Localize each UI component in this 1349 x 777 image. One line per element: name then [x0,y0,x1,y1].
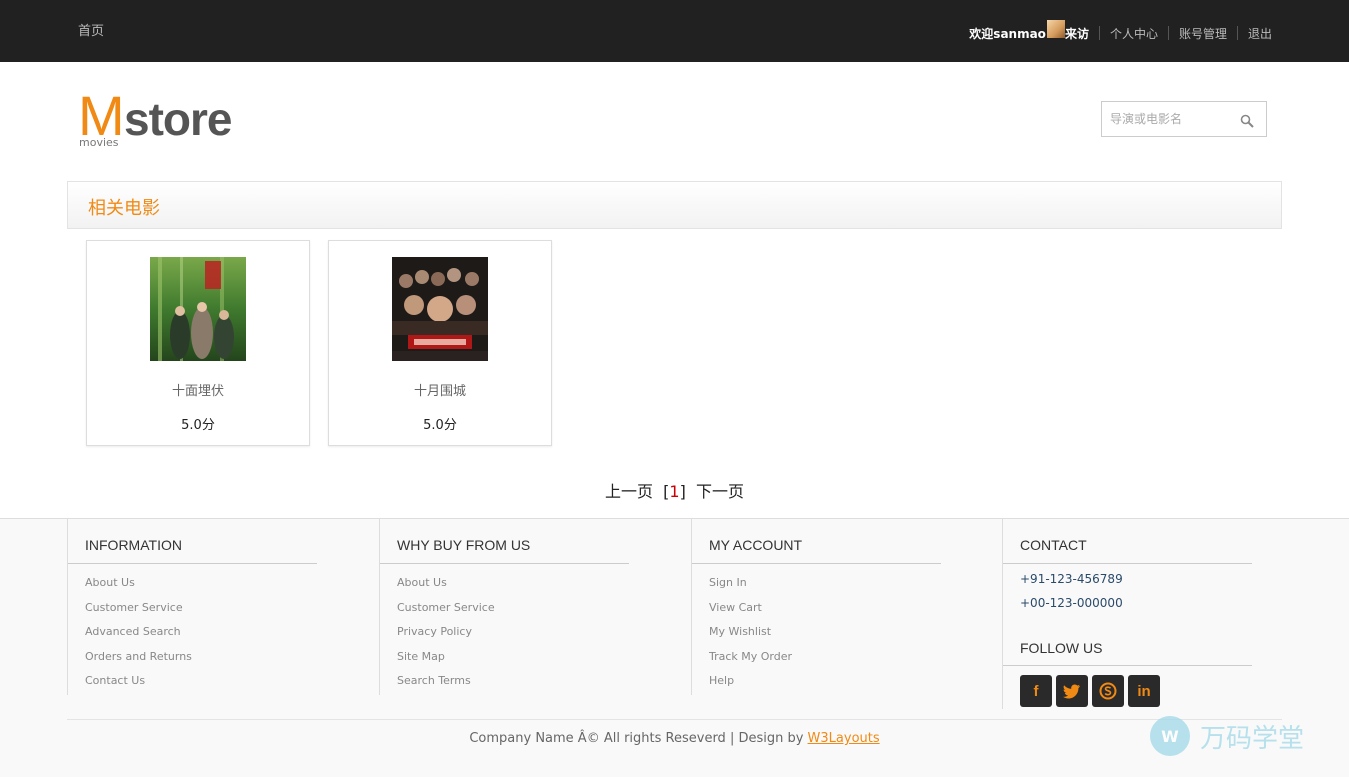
next-page-link[interactable]: 下一页 [696,482,744,501]
section-title: 相关电影 [88,198,160,219]
skype-icon[interactable] [1092,675,1124,707]
footer-link[interactable]: About Us [397,576,495,601]
footer-column-title: CONTACT [1020,537,1087,553]
divider [1167,26,1169,40]
footer-link[interactable]: Search Terms [397,674,495,699]
divider [1098,26,1100,40]
designer-link[interactable]: W3Layouts [808,731,880,746]
search-input[interactable] [1110,110,1230,128]
welcome-prefix: 欢迎sanmao [969,26,1046,41]
footer-column-title: WHY BUY FROM US [397,537,531,553]
search-icon[interactable] [1240,114,1254,128]
facebook-icon[interactable]: f [1020,675,1052,707]
footer-column-my-account: MY ACCOUNT Sign In View Cart My Wishlist… [691,519,1003,695]
divider [67,719,1282,720]
personal-center-link[interactable]: 个人中心 [1110,25,1158,42]
divider [1003,563,1252,564]
divider [68,563,317,564]
pagination: 上一页 [1] 下一页 [604,482,745,501]
footer-link[interactable]: Contact Us [85,674,192,699]
footer-link[interactable]: Site Map [397,650,495,675]
watermark-logo-icon: W [1150,716,1190,756]
copyright: Company Name Â© All rights Reseverd | De… [0,731,1349,746]
watermark-text: 万码学堂 [1200,723,1305,754]
social-links: f in [1020,675,1160,707]
logo-store: store [124,93,232,145]
home-link[interactable]: 首页 [78,20,104,39]
divider [1236,26,1238,40]
footer-link[interactable]: Privacy Policy [397,625,495,650]
movie-title[interactable]: 十面埋伏 [87,380,309,399]
footer-link[interactable]: View Cart [709,601,792,626]
footer-column-title: INFORMATION [85,537,182,553]
footer-column-information: INFORMATION About Us Customer Service Ad… [67,519,379,695]
footer-link[interactable]: Advanced Search [85,625,192,650]
footer-link[interactable]: Track My Order [709,650,792,675]
footer-link[interactable]: Sign In [709,576,792,601]
divider [1003,665,1252,666]
account-manage-link[interactable]: 账号管理 [1179,25,1227,42]
prev-page-link[interactable]: 上一页 [605,482,653,501]
search-box [1101,101,1267,137]
movie-score: 5.0分 [423,418,457,433]
site-logo[interactable]: M store movies [78,88,258,150]
footer-link[interactable]: My Wishlist [709,625,792,650]
divider [692,563,941,564]
footer-link[interactable]: Orders and Returns [85,650,192,675]
logo-sub: movies [79,136,119,149]
watermark: W 万码学堂 [1150,716,1304,756]
footer-column-title: MY ACCOUNT [709,537,803,553]
footer-link[interactable]: Customer Service [397,601,495,626]
avatar [1046,20,1065,38]
logout-link[interactable]: 退出 [1248,25,1272,42]
user-nav: 欢迎sanmao 来访 个人中心 账号管理 退出 [969,20,1272,42]
divider [380,563,629,564]
follow-us-title: FOLLOW US [1020,640,1103,656]
welcome-suffix: 来访 [1064,26,1089,41]
contact-phone: +00-123-000000 [1020,596,1123,610]
footer-column-why-buy: WHY BUY FROM US About Us Customer Servic… [379,519,691,695]
footer-column-contact: CONTACT +91-123-456789 +00-123-000000 FO… [1002,519,1314,709]
footer-link[interactable]: Customer Service [85,601,192,626]
contact-phone: +91-123-456789 [1020,572,1123,586]
twitter-icon[interactable] [1056,675,1088,707]
current-page[interactable]: 1 [669,482,679,501]
movie-card[interactable]: 十月围城 5.0分 [328,240,552,446]
movie-poster[interactable] [392,257,488,361]
movie-poster[interactable] [150,257,246,361]
welcome-text: 欢迎sanmao 来访 [969,20,1089,42]
section-header: 相关电影 [67,181,1282,229]
copyright-text: Company Name Â© All rights Reseverd | De… [469,731,808,746]
movie-title[interactable]: 十月围城 [329,380,551,399]
footer-link[interactable]: Help [709,674,792,699]
footer-link[interactable]: About Us [85,576,192,601]
footer: INFORMATION About Us Customer Service Ad… [0,518,1349,777]
top-bar: 首页 欢迎sanmao 来访 个人中心 账号管理 退出 [0,0,1349,62]
movie-card[interactable]: 十面埋伏 5.0分 [86,240,310,446]
linkedin-icon[interactable]: in [1128,675,1160,707]
movie-score: 5.0分 [181,418,215,433]
